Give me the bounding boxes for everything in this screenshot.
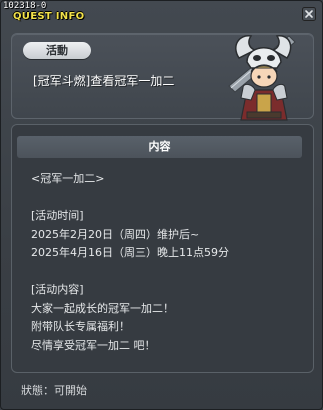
quest-category-badge: 活動 — [23, 42, 91, 59]
content-line: 2025年4月16日（周三）晚上11点59分 — [31, 246, 229, 259]
content-line: 尽情享受冠军一加二 吧！ — [31, 338, 156, 352]
quest-title: [冠军斗燃]查看冠军一加二 — [33, 74, 175, 88]
content-line — [31, 263, 301, 282]
quest-header-panel: 活動 [冠军斗燃]查看冠军一加二 — [11, 33, 314, 121]
content-line: [活动时间] — [31, 209, 84, 222]
npc-portrait-icon — [228, 35, 296, 121]
content-body: <冠军一加二> [活动时间] 2025年2月20日（周四）维护后~ 2025年4… — [31, 170, 301, 355]
content-line: 2025年2月20日（周四）维护后~ — [31, 227, 200, 241]
quest-info-window: 102318-0 QUEST INFO 活動 [冠军斗燃]查看冠军一加二 内容 … — [0, 0, 323, 410]
content-line: 大家一起成长的冠军一加二！ — [31, 301, 174, 315]
quest-id: 102318-0 — [3, 1, 47, 11]
content-line: <冠军一加二> — [31, 172, 105, 185]
window-title: QUEST INFO — [13, 11, 85, 22]
close-icon[interactable] — [302, 7, 316, 21]
content-header: 内容 — [17, 136, 302, 158]
quest-content-panel: 内容 <冠军一加二> [活动时间] 2025年2月20日（周四）维护后~ 202… — [11, 124, 314, 373]
quest-status: 狀態：可開始 — [21, 384, 87, 397]
content-line: [活动内容] — [31, 283, 84, 296]
content-line: 附带队长专属福利！ — [31, 320, 130, 333]
content-line — [31, 189, 301, 208]
